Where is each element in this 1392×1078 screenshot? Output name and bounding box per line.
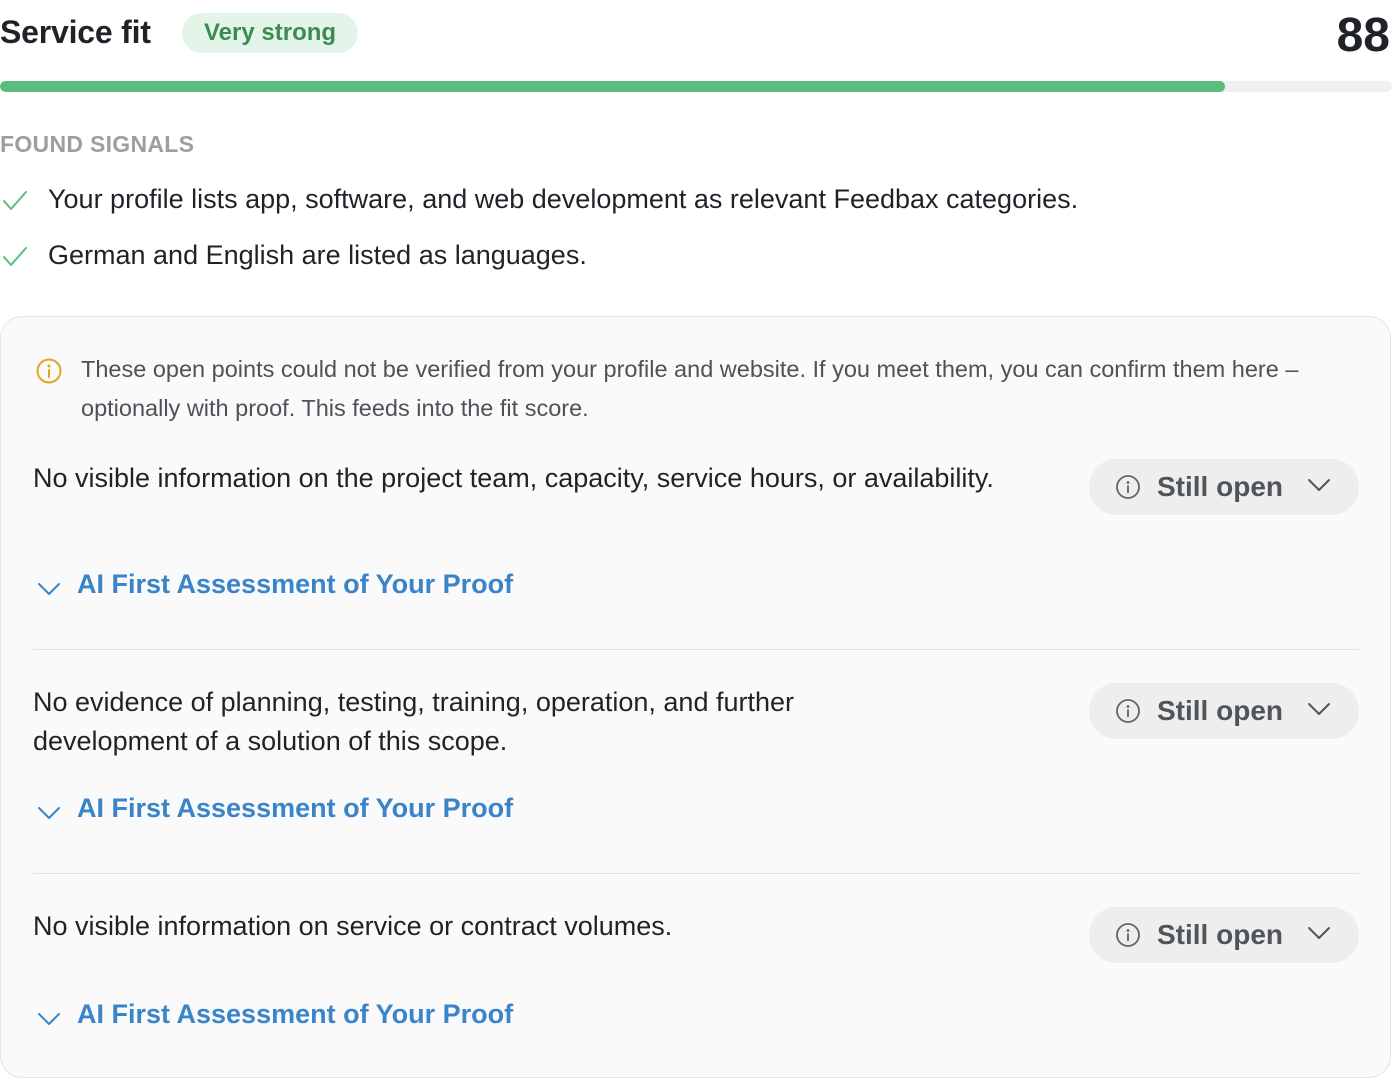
signal-item: German and English are listed as languag… bbox=[0, 232, 1392, 288]
chevron-down-icon bbox=[1308, 703, 1330, 715]
info-icon bbox=[1116, 699, 1140, 723]
info-icon bbox=[1116, 923, 1140, 947]
info-warning-icon bbox=[36, 358, 62, 384]
progress-fill bbox=[0, 81, 1225, 92]
status-dropdown[interactable]: Still open bbox=[1089, 459, 1359, 515]
ai-assessment-label: AI First Assessment of Your Proof bbox=[77, 793, 514, 823]
status-label: Still open bbox=[1157, 471, 1283, 502]
chevron-down-icon bbox=[38, 583, 60, 595]
open-point-text: No visible information on service or con… bbox=[33, 911, 673, 941]
check-icon bbox=[3, 191, 27, 210]
divider bbox=[33, 649, 1359, 650]
open-point-item: No visible information on service or con… bbox=[33, 907, 1359, 1037]
service-fit-header: Service fit Very strong 88 bbox=[0, 8, 1392, 62]
chevron-down-icon bbox=[38, 807, 60, 819]
status-label: Still open bbox=[1157, 695, 1283, 726]
check-icon bbox=[3, 247, 27, 266]
chevron-down-icon bbox=[1308, 479, 1330, 491]
info-icon bbox=[1116, 475, 1140, 499]
fit-rating-badge: Very strong bbox=[182, 13, 359, 53]
found-signals-list: Your profile lists app, software, and we… bbox=[0, 176, 1392, 288]
open-points-card: These open points could not be verified … bbox=[0, 316, 1391, 1078]
signal-item: Your profile lists app, software, and we… bbox=[0, 176, 1392, 232]
found-signals-heading: FOUND SIGNALS bbox=[0, 131, 195, 157]
signal-text: Your profile lists app, software, and we… bbox=[48, 184, 1079, 214]
status-dropdown[interactable]: Still open bbox=[1089, 907, 1359, 963]
open-points-note: These open points could not be verified … bbox=[81, 356, 1299, 421]
open-point-text: No visible information on the project te… bbox=[33, 463, 994, 493]
chevron-down-icon bbox=[38, 1013, 60, 1025]
ai-assessment-label: AI First Assessment of Your Proof bbox=[77, 999, 514, 1029]
fit-score: 88 bbox=[1336, 9, 1390, 62]
divider bbox=[33, 873, 1359, 874]
page-title: Service fit bbox=[0, 14, 151, 50]
status-dropdown[interactable]: Still open bbox=[1089, 683, 1359, 739]
fit-score-progress-bar bbox=[0, 81, 1392, 92]
chevron-down-icon bbox=[1308, 927, 1330, 939]
ai-assessment-label: AI First Assessment of Your Proof bbox=[77, 569, 514, 599]
status-label: Still open bbox=[1157, 919, 1283, 950]
open-point-item: No evidence of planning, testing, traini… bbox=[33, 683, 1359, 823]
signal-text: German and English are listed as languag… bbox=[48, 240, 587, 270]
open-point-text: No evidence of planning, testing, traini… bbox=[33, 687, 794, 756]
open-point-item: No visible information on the project te… bbox=[33, 459, 1359, 599]
